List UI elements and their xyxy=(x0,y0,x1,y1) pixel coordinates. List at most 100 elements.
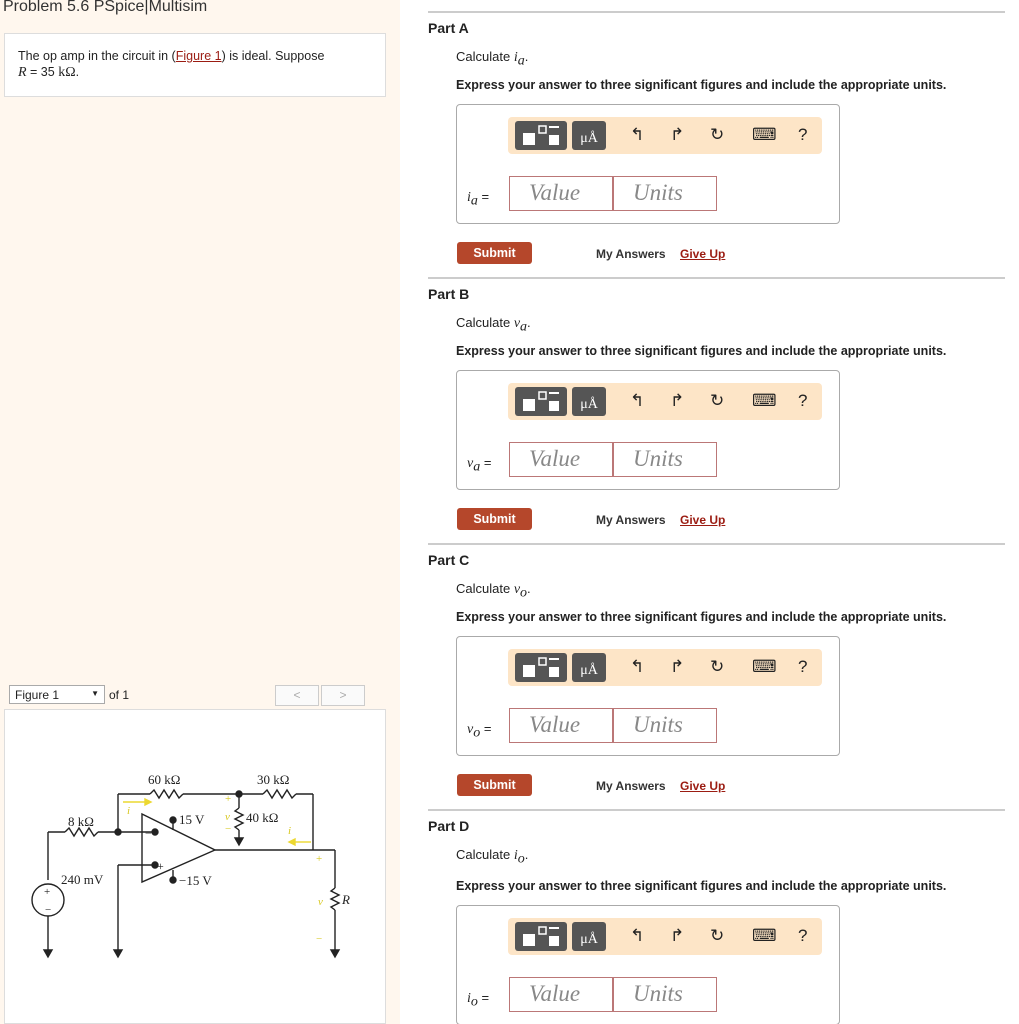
figure-count: of 1 xyxy=(109,688,130,702)
help-icon[interactable]: ? xyxy=(798,927,807,944)
answer-label: io = xyxy=(467,990,490,1010)
part-title: Part D xyxy=(428,818,470,834)
problem-text: The op amp in the circuit in ( xyxy=(18,49,176,63)
redo-icon[interactable]: ↱ xyxy=(670,927,684,944)
r2-label: 60 kΩ xyxy=(148,772,180,787)
r3-label: 30 kΩ xyxy=(257,772,289,787)
value-input[interactable]: Value xyxy=(509,977,613,1012)
help-icon[interactable]: ? xyxy=(798,658,807,675)
keyboard-icon[interactable]: ⌨ xyxy=(752,392,777,409)
r1-label: 8 kΩ xyxy=(68,814,94,829)
vo-label: v xyxy=(318,896,323,908)
r-period: . xyxy=(75,65,80,79)
problem-panel: Problem 5.6 PSpice|Multisim The op amp i… xyxy=(0,0,400,1024)
vneg-label: −15 V xyxy=(179,873,212,888)
submit-button[interactable]: Submit xyxy=(457,508,532,530)
redo-icon[interactable]: ↱ xyxy=(670,392,684,409)
io-label: i xyxy=(288,825,291,837)
reset-icon[interactable]: ↻ xyxy=(710,658,724,675)
submit-button[interactable]: Submit xyxy=(457,774,532,796)
undo-icon[interactable]: ↰ xyxy=(630,126,644,143)
instructions: Express your answer to three significant… xyxy=(456,78,947,92)
units-input[interactable]: Units xyxy=(613,442,717,477)
problem-text-2: ) is ideal. Suppose xyxy=(221,49,325,63)
give-up-link[interactable]: Give Up xyxy=(680,779,725,793)
figure-select[interactable]: Figure 1 ▼ xyxy=(9,685,105,704)
template-button[interactable] xyxy=(515,387,567,416)
units-button[interactable]: μÅ xyxy=(572,922,606,951)
r-equals: = 35 xyxy=(26,65,59,79)
calculate-prompt: Calculate io. xyxy=(456,847,529,867)
units-button[interactable]: μÅ xyxy=(572,121,606,150)
calculate-prompt: Calculate ia. xyxy=(456,49,529,69)
r4-label: 40 kΩ xyxy=(246,810,278,825)
keyboard-icon[interactable]: ⌨ xyxy=(752,927,777,944)
units-button[interactable]: μÅ xyxy=(572,653,606,682)
answer-box: μÅ ↰ ↱ ↻ ⌨ ? vo = Value Units xyxy=(456,636,840,756)
calculate-prompt: Calculate va. xyxy=(456,315,531,335)
figure-link[interactable]: Figure 1 xyxy=(176,49,222,63)
redo-icon[interactable]: ↱ xyxy=(670,126,684,143)
answer-label: va = xyxy=(467,455,492,475)
undo-icon[interactable]: ↰ xyxy=(630,392,644,409)
source-plus: + xyxy=(44,886,50,898)
answer-label: vo = xyxy=(467,721,492,741)
plus-label-2: + xyxy=(316,853,322,865)
instructions: Express your answer to three significant… xyxy=(456,610,947,624)
parts-panel: Part A Calculate ia. Express your answer… xyxy=(400,0,1019,1024)
value-input[interactable]: Value xyxy=(509,176,613,211)
instructions: Express your answer to three significant… xyxy=(456,879,947,893)
calculate-prompt: Calculate vo. xyxy=(456,581,531,601)
reset-icon[interactable]: ↻ xyxy=(710,126,724,143)
template-button[interactable] xyxy=(515,653,567,682)
keyboard-icon[interactable]: ⌨ xyxy=(752,126,777,143)
undo-icon[interactable]: ↰ xyxy=(630,658,644,675)
next-figure-button[interactable]: > xyxy=(321,685,365,706)
source-minus: − xyxy=(45,904,51,916)
problem-title: Problem 5.6 PSpice|Multisim xyxy=(3,0,208,15)
units-button[interactable]: μÅ xyxy=(572,387,606,416)
my-answers-link[interactable]: My Answers xyxy=(596,779,666,793)
units-input[interactable]: Units xyxy=(613,176,717,211)
my-answers-link[interactable]: My Answers xyxy=(596,247,666,261)
r-variable: R xyxy=(18,65,27,80)
answer-box: μÅ ↰ ↱ ↻ ⌨ ? va = Value Units xyxy=(456,370,840,490)
minus-label: − xyxy=(225,823,231,835)
reset-icon[interactable]: ↻ xyxy=(710,392,724,409)
keyboard-icon[interactable]: ⌨ xyxy=(752,658,777,675)
give-up-link[interactable]: Give Up xyxy=(680,247,725,261)
part-title: Part A xyxy=(428,20,469,36)
ia-label: i xyxy=(127,805,130,817)
help-icon[interactable]: ? xyxy=(798,392,807,409)
vs-label: 240 mV xyxy=(61,872,104,887)
instructions: Express your answer to three significant… xyxy=(456,344,947,358)
math-toolbar: μÅ ↰ ↱ ↻ ⌨ ? xyxy=(508,649,822,686)
submit-button[interactable]: Submit xyxy=(457,242,532,264)
prev-figure-button[interactable]: < xyxy=(275,685,319,706)
give-up-link[interactable]: Give Up xyxy=(680,513,725,527)
amp-minus: − xyxy=(145,826,152,840)
undo-icon[interactable]: ↰ xyxy=(630,927,644,944)
my-answers-link[interactable]: My Answers xyxy=(596,513,666,527)
answer-label: ia = xyxy=(467,189,490,209)
math-toolbar: μÅ ↰ ↱ ↻ ⌨ ? xyxy=(508,918,822,955)
math-toolbar: μÅ ↰ ↱ ↻ ⌨ ? xyxy=(508,117,822,154)
math-toolbar: μÅ ↰ ↱ ↻ ⌨ ? xyxy=(508,383,822,420)
part-title: Part C xyxy=(428,552,470,568)
divider xyxy=(428,277,1005,279)
value-input[interactable]: Value xyxy=(509,708,613,743)
reset-icon[interactable]: ↻ xyxy=(710,927,724,944)
help-icon[interactable]: ? xyxy=(798,126,807,143)
va-label: v xyxy=(225,811,230,823)
figure-select-value: Figure 1 xyxy=(15,688,60,702)
figure-navigation: Figure 1 ▼ of 1 < > xyxy=(9,685,385,706)
r-unit: kΩ xyxy=(58,65,76,80)
figure-panel: + − + − i v i v 60 kΩ 30 kΩ 8 kΩ 40 kΩ 1… xyxy=(4,709,386,1024)
units-input[interactable]: Units xyxy=(613,977,717,1012)
template-button[interactable] xyxy=(515,121,567,150)
units-input[interactable]: Units xyxy=(613,708,717,743)
template-button[interactable] xyxy=(515,922,567,951)
redo-icon[interactable]: ↱ xyxy=(670,658,684,675)
problem-statement: The op amp in the circuit in (Figure 1) … xyxy=(4,33,386,97)
value-input[interactable]: Value xyxy=(509,442,613,477)
